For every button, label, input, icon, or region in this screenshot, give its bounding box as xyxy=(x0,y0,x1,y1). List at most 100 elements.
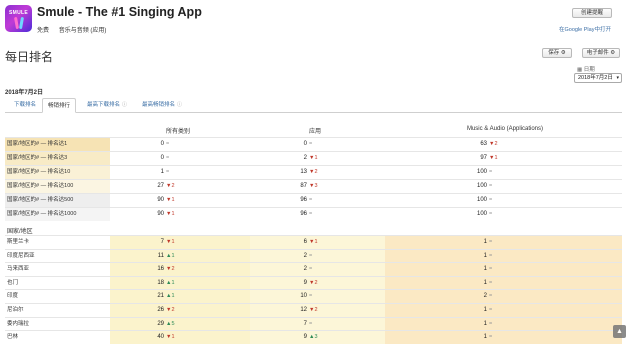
app-header: SMULE Smule - The #1 Singing App 免费 音乐与音… xyxy=(0,0,640,40)
rank-value: 63 xyxy=(480,141,487,147)
rank-unchanged-indicator: = xyxy=(309,293,313,300)
rank-unchanged-indicator: = xyxy=(489,197,493,203)
chevron-up-icon[interactable]: ▲ xyxy=(613,325,626,338)
row-label[interactable]: 印度 xyxy=(5,290,110,303)
rank-down-indicator: ▼2 xyxy=(166,266,175,273)
email-button[interactable]: 电子邮件 ⚙ xyxy=(582,48,620,58)
row-label: 国家/地区的# — 排名达3 xyxy=(5,152,110,165)
rank-value: 40 xyxy=(157,334,164,341)
save-button[interactable]: 保存 ⚙ xyxy=(542,48,572,58)
rank-value: 18 xyxy=(157,279,164,286)
tab-grossing[interactable]: 畅销排行 xyxy=(42,98,77,113)
create-alert-button[interactable]: 创建提醒 xyxy=(572,8,612,18)
rank-unchanged-indicator: = xyxy=(166,169,170,175)
rank-cell: 10 = xyxy=(265,290,325,303)
country-row: 委内瑞拉 29 ▲5 7 = 1 = xyxy=(5,316,622,331)
rank-cell: 90 ▼1 xyxy=(122,208,182,221)
rank-down-indicator: ▼2 xyxy=(166,307,175,313)
rank-cell: 12 ▼2 xyxy=(265,304,325,317)
rank-value: 12 xyxy=(300,307,307,313)
rank-unchanged-indicator: = xyxy=(166,141,170,147)
rank-cell: 7 ▼1 xyxy=(122,236,182,249)
rank-value: 87 xyxy=(300,183,307,189)
rank-cell: 11 ▲1 xyxy=(122,250,182,263)
rank-value: 27 xyxy=(157,183,164,189)
rank-cell: 1 = xyxy=(445,250,505,263)
rank-unchanged-indicator: = xyxy=(489,266,493,273)
date-select[interactable]: 2018年7月2日 ▾ xyxy=(574,73,622,83)
country-row: 也门 18 ▲1 9 ▼2 1 = xyxy=(5,275,622,290)
rank-down-indicator: ▼1 xyxy=(489,155,498,161)
row-label[interactable]: 尼泊尔 xyxy=(5,304,110,317)
rank-unchanged-indicator: = xyxy=(309,141,313,147)
rank-cell: 0 = xyxy=(265,138,325,151)
tab-top-grossing[interactable]: 最高畅销排名 ⓘ xyxy=(137,98,187,113)
rank-unchanged-indicator: = xyxy=(489,320,493,327)
rank-cell: 87 ▼3 xyxy=(265,180,325,193)
country-row: 巴林 40 ▼1 9 ▲3 1 = xyxy=(5,330,622,344)
summary-row: 国家/地区的# — 排名达1 0 = 0 = 63 ▼2 xyxy=(5,137,622,151)
rank-cell: 27 ▼2 xyxy=(122,180,182,193)
rank-cell: 1 = xyxy=(445,236,505,249)
rank-down-indicator: ▼1 xyxy=(166,197,175,203)
save-button-label: 保存 xyxy=(548,50,560,56)
country-row: 印度 21 ▲1 10 = 2 = xyxy=(5,289,622,304)
tab-top-downloads[interactable]: 最高下载排名 ⓘ xyxy=(82,98,132,113)
tab-label: 畅销排行 xyxy=(48,103,71,109)
app-title: Smule - The #1 Singing App xyxy=(37,5,202,19)
rank-cell: 100 = xyxy=(445,166,505,179)
rank-value: 29 xyxy=(157,320,164,327)
summary-row: 国家/地区的# — 排名达10 1 = 13 ▼2 100 = xyxy=(5,165,622,179)
row-label[interactable]: 斯里兰卡 xyxy=(5,236,110,249)
rank-down-indicator: ▼2 xyxy=(309,169,318,175)
rank-unchanged-indicator: = xyxy=(489,211,493,217)
column-header-music-audio: Music & Audio (Applications) xyxy=(466,126,544,132)
country-row: 斯里兰卡 7 ▼1 6 ▼1 1 = xyxy=(5,235,622,249)
rank-down-indicator: ▼1 xyxy=(309,155,318,161)
rank-cell: 1 = xyxy=(122,166,182,179)
rank-cell: 100 = xyxy=(445,180,505,193)
row-label[interactable]: 委内瑞拉 xyxy=(5,318,110,331)
row-label: 国家/地区的# — 排名达500 xyxy=(5,194,110,207)
email-button-label: 电子邮件 xyxy=(586,50,609,56)
rank-cell: 2 = xyxy=(265,250,325,263)
info-icon: ⓘ xyxy=(177,102,183,108)
tab-label: 下载排名 xyxy=(14,102,37,108)
rank-cell: 63 ▼2 xyxy=(445,138,505,151)
rank-cell: 90 ▼1 xyxy=(122,194,182,207)
tab-label: 最高畅销排名 xyxy=(142,102,176,108)
rank-down-indicator: ▼2 xyxy=(309,279,318,286)
rank-cell: 97 ▼1 xyxy=(445,152,505,165)
row-label[interactable]: 印度尼西亚 xyxy=(5,250,110,263)
app-icon-label: SMULE xyxy=(9,10,28,16)
rank-cell: 1 = xyxy=(445,304,505,317)
tab-downloads[interactable]: 下载排名 xyxy=(9,98,41,113)
rank-unchanged-indicator: = xyxy=(489,169,493,175)
google-play-link[interactable]: 在Google Play中打开 xyxy=(559,25,611,33)
rank-down-indicator: ▼1 xyxy=(309,239,318,245)
rank-down-indicator: ▼1 xyxy=(166,334,175,341)
rank-up-indicator: ▲5 xyxy=(166,320,175,327)
rank-cell: 1 = xyxy=(445,318,505,331)
rank-unchanged-indicator: = xyxy=(166,155,170,161)
app-price: 免费 xyxy=(37,28,50,34)
date-select-value: 2018年7月2日 xyxy=(578,75,613,81)
summary-row: 国家/地区的# — 排名达1000 90 ▼1 96 = 100 = xyxy=(5,207,622,221)
rank-unchanged-indicator: = xyxy=(309,197,313,203)
info-icon: ⓘ xyxy=(122,102,128,108)
date-heading: 2018年7月2日 xyxy=(5,90,44,96)
rank-up-indicator: ▲1 xyxy=(166,279,175,286)
rank-cell: 1 = xyxy=(445,331,505,344)
rank-unchanged-indicator: = xyxy=(489,293,493,300)
row-label: 国家/地区的# — 排名达10 xyxy=(5,166,110,179)
rank-value: 21 xyxy=(157,293,164,300)
app-category[interactable]: 音乐与音频 (应用) xyxy=(59,28,107,34)
rank-cell: 16 ▼2 xyxy=(122,263,182,276)
row-label[interactable]: 也门 xyxy=(5,277,110,290)
row-label[interactable]: 马来西亚 xyxy=(5,263,110,276)
rank-down-indicator: ▼2 xyxy=(166,183,175,189)
rank-value: 16 xyxy=(157,266,164,273)
row-label[interactable]: 巴林 xyxy=(5,331,110,344)
rank-value: 90 xyxy=(157,211,164,217)
rank-cell: 1 = xyxy=(445,263,505,276)
